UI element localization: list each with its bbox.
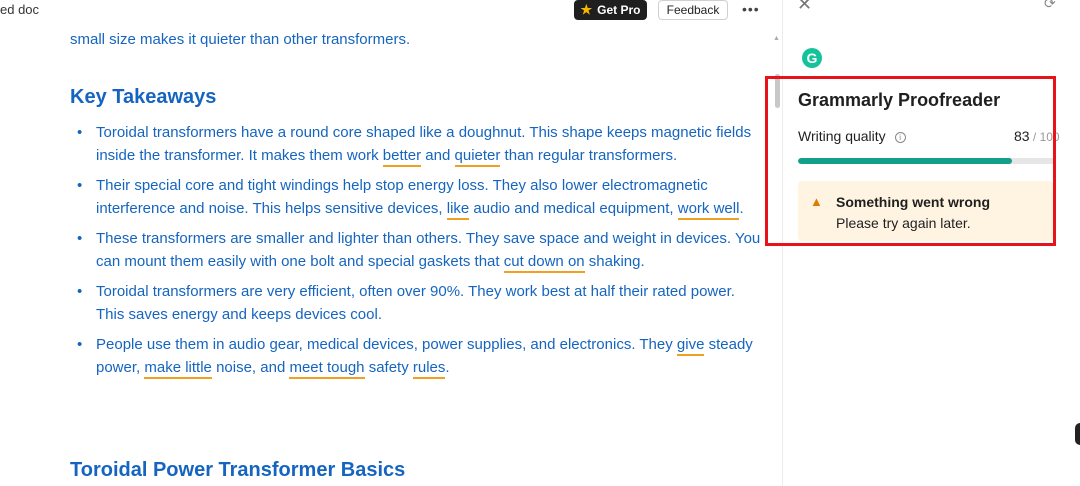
- suggestion-underline[interactable]: better: [382, 147, 422, 167]
- intro-paragraph: small size makes it quieter than other t…: [70, 31, 411, 48]
- list-item: • Toroidal transformers are very efficien…: [77, 280, 767, 326]
- feedback-button[interactable]: Feedback: [658, 0, 728, 20]
- bullet-dot-icon: •: [77, 283, 83, 300]
- suggestion-underline[interactable]: make little: [144, 359, 212, 379]
- list-item: • These transformers are smaller and ligh…: [77, 227, 767, 273]
- suggestion-underline[interactable]: work well: [677, 200, 740, 220]
- suggestion-underline[interactable]: meet tough: [289, 359, 365, 379]
- scroll-up-arrow-icon[interactable]: ▲: [773, 35, 780, 42]
- more-options-icon[interactable]: •••: [742, 1, 760, 17]
- suggestion-underline[interactable]: rules: [412, 359, 446, 379]
- list-item: • Toroidal transformers have a round core…: [77, 121, 767, 167]
- bullet-dot-icon: •: [77, 177, 83, 194]
- page: ed doc small size makes it quieter than …: [0, 0, 1080, 486]
- suggestion-underline[interactable]: cut down on: [503, 253, 585, 273]
- bullet-dot-icon: •: [77, 124, 83, 141]
- document-area[interactable]: ed doc small size makes it quieter than …: [0, 0, 770, 486]
- close-icon[interactable]: ✕: [797, 0, 812, 15]
- heading-basics: Toroidal Power Transformer Basics: [70, 459, 406, 481]
- list-item: • Their special core and tight windings h…: [77, 174, 767, 220]
- star-icon: ★: [580, 2, 593, 17]
- suggestion-underline[interactable]: quieter: [454, 147, 501, 167]
- bullet-dot-icon: •: [77, 230, 83, 247]
- refresh-icon[interactable]: ⟳: [1044, 0, 1056, 12]
- edge-tab[interactable]: [1075, 423, 1080, 445]
- doc-title: ed doc: [0, 2, 40, 17]
- list-item: • People use them in audio gear, medical …: [77, 333, 767, 379]
- takeaways-list: • Toroidal transformers have a round core…: [77, 121, 767, 386]
- suggestion-underline[interactable]: like: [446, 200, 470, 220]
- bullet-dot-icon: •: [77, 336, 83, 353]
- highlight-annotation-box: [765, 76, 1056, 246]
- suggestion-underline[interactable]: give: [676, 336, 705, 356]
- heading-key-takeaways: Key Takeaways: [70, 86, 217, 108]
- grammarly-logo-icon: G: [802, 48, 822, 68]
- get-pro-button[interactable]: ★ Get Pro: [574, 0, 647, 20]
